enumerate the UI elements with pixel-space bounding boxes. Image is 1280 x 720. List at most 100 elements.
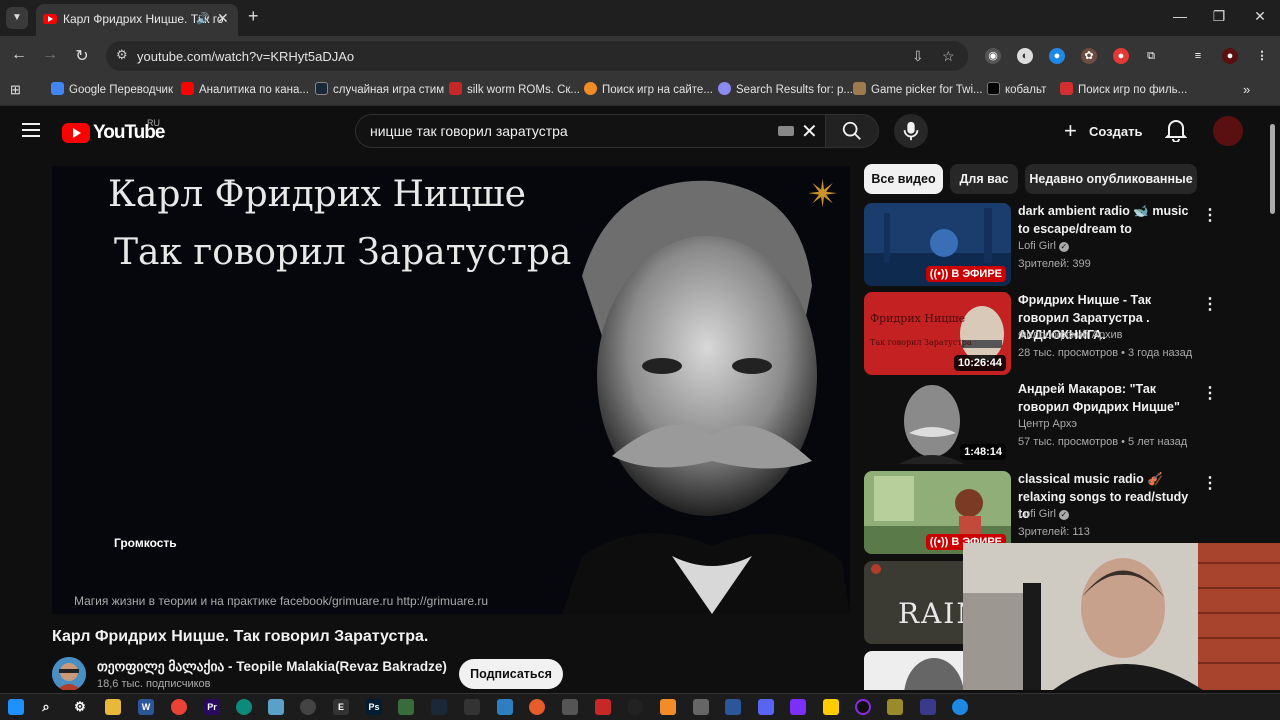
bookmark-item[interactable]: Google Переводчик: [51, 82, 173, 100]
tab-search-button[interactable]: ▼: [6, 7, 28, 29]
file-explorer-icon[interactable]: [105, 699, 121, 715]
channel-avatar[interactable]: [52, 657, 86, 690]
chip-all-videos[interactable]: Все видео: [864, 164, 943, 194]
premiere-icon[interactable]: Pr: [204, 699, 220, 715]
app-icon[interactable]: [920, 699, 936, 715]
youtube-logo[interactable]: YouTube RU: [62, 118, 182, 146]
recommendation-channel[interactable]: Философский Архив: [1018, 329, 1122, 341]
app-icon[interactable]: [464, 699, 480, 715]
video-player[interactable]: Карл Фридрих Ницше Так говорил Заратустр…: [52, 166, 850, 614]
app-icon[interactable]: [887, 699, 903, 715]
app-icon[interactable]: [952, 699, 968, 715]
video-thumbnail[interactable]: Фридрих Ницше Так говорил Заратустра 10:…: [864, 292, 1011, 375]
app-icon[interactable]: [627, 699, 643, 715]
create-button[interactable]: + Создать: [1056, 114, 1152, 148]
recommendation-item[interactable]: Фридрих Ницше Так говорил Заратустра 10:…: [864, 292, 1224, 376]
app-icon[interactable]: [300, 699, 316, 715]
bookmark-item[interactable]: Аналитика по кана...: [181, 82, 309, 100]
bookmark-item[interactable]: кобальт: [987, 82, 1046, 100]
menu-dots-icon[interactable]: ⋮: [1254, 48, 1270, 64]
search-icon[interactable]: ⌕: [38, 699, 54, 715]
recommendation-channel[interactable]: Центр Архэ: [1018, 418, 1077, 430]
reload-button[interactable]: ↻: [72, 46, 92, 66]
app-icon[interactable]: [562, 699, 578, 715]
tab-close-icon[interactable]: ✕: [217, 10, 229, 27]
app-icon[interactable]: [823, 699, 839, 715]
app-icon[interactable]: [398, 699, 414, 715]
recommendation-channel[interactable]: Lofi Girl ✓: [1018, 240, 1069, 252]
video-thumbnail[interactable]: ((•)) В ЭФИРЕ: [864, 471, 1011, 554]
clear-search-icon[interactable]: ✕: [801, 119, 818, 144]
word-icon[interactable]: W: [138, 699, 154, 715]
address-bar[interactable]: ⚙ youtube.com/watch?v=KRHyt5aDJAo ⇩ ☆: [106, 41, 968, 71]
recommendation-item[interactable]: ((•)) В ЭФИРЕ dark ambient radio 🐋 music…: [864, 203, 1224, 287]
notifications-bell-icon[interactable]: [1165, 118, 1187, 142]
profile-icon[interactable]: ●: [1222, 48, 1238, 64]
chrome-icon[interactable]: [171, 699, 187, 715]
restore-button[interactable]: ❐: [1209, 8, 1229, 25]
chip-recently-uploaded[interactable]: Недавно опубликованные: [1025, 164, 1197, 194]
more-actions-icon[interactable]: ⋮: [1202, 294, 1218, 314]
extension-icon[interactable]: ◐: [1017, 48, 1033, 64]
extensions-puzzle-icon[interactable]: ⧉: [1143, 48, 1159, 64]
bookmark-item[interactable]: Search Results for: p...: [718, 82, 853, 100]
extension-icon[interactable]: ◉: [985, 48, 1001, 64]
search-input[interactable]: ницше так говорил заратустра ✕: [355, 114, 826, 148]
chip-for-you[interactable]: Для вас: [950, 164, 1018, 194]
install-app-icon[interactable]: ⇩: [912, 48, 924, 65]
bookmark-item[interactable]: Поиск игр по филь...: [1060, 82, 1187, 100]
minimize-button[interactable]: —: [1170, 8, 1190, 24]
app-icon[interactable]: [855, 699, 871, 715]
app-icon[interactable]: [660, 699, 676, 715]
app-icon[interactable]: [497, 699, 513, 715]
bookmark-item[interactable]: случайная игра стим: [315, 82, 444, 100]
edge-icon[interactable]: [236, 699, 252, 715]
account-avatar[interactable]: [1213, 116, 1243, 146]
site-info-icon[interactable]: ⚙: [116, 47, 128, 63]
extension-icon[interactable]: ●: [1049, 48, 1065, 64]
photoshop-icon[interactable]: Ps: [366, 699, 382, 715]
browser-tab-active[interactable]: Карл Фридрих Ницше. Так говорил Заратуст…: [36, 4, 238, 36]
back-button[interactable]: ←: [9, 46, 29, 64]
windows-start-icon[interactable]: [8, 699, 24, 715]
app-icon[interactable]: [268, 699, 284, 715]
steam-icon[interactable]: [431, 699, 447, 715]
more-bookmarks-icon[interactable]: »: [1243, 82, 1250, 100]
forward-button[interactable]: →: [40, 46, 60, 64]
recommendation-title[interactable]: Андрей Макаров: "Так говорил Фридрих Ниц…: [1018, 381, 1198, 416]
apps-grid-icon[interactable]: ⊞: [10, 82, 21, 100]
app-icon[interactable]: [529, 699, 545, 715]
recommendation-item[interactable]: 1:48:14 Андрей Макаров: "Так говорил Фри…: [864, 381, 1224, 465]
speaker-icon[interactable]: 🔊: [196, 12, 210, 25]
app-icon[interactable]: [790, 699, 806, 715]
video-thumbnail[interactable]: 1:48:14: [864, 381, 1011, 464]
more-actions-icon[interactable]: ⋮: [1202, 383, 1218, 403]
search-button[interactable]: [825, 114, 879, 148]
extension-icon[interactable]: ●: [1113, 48, 1129, 64]
page-scrollbar[interactable]: [1270, 124, 1275, 214]
app-icon[interactable]: [725, 699, 741, 715]
bookmark-item[interactable]: Game picker for Twi...: [853, 82, 983, 100]
extension-icon[interactable]: ✿: [1081, 48, 1097, 64]
channel-name[interactable]: თეოფილე მალაქია - Teopile Malakia(Revaz …: [97, 659, 447, 675]
recommendation-title[interactable]: dark ambient radio 🐋 music to escape/dre…: [1018, 203, 1198, 238]
bookmark-star-icon[interactable]: ☆: [942, 48, 955, 65]
more-actions-icon[interactable]: ⋮: [1202, 205, 1218, 225]
subscribe-button[interactable]: Подписаться: [459, 659, 563, 689]
close-window-button[interactable]: ✕: [1250, 8, 1270, 25]
discord-icon[interactable]: [758, 699, 774, 715]
recommendation-channel[interactable]: Lofi Girl ✓: [1018, 508, 1069, 520]
app-icon[interactable]: [595, 699, 611, 715]
bookmark-item[interactable]: Поиск игр на сайте...: [584, 82, 713, 100]
settings-gear-icon[interactable]: ⚙: [72, 699, 88, 715]
more-actions-icon[interactable]: ⋮: [1202, 473, 1218, 493]
epic-games-icon[interactable]: E: [333, 699, 349, 715]
video-thumbnail[interactable]: ((•)) В ЭФИРЕ: [864, 203, 1011, 286]
new-tab-button[interactable]: +: [248, 6, 259, 27]
menu-icon[interactable]: [22, 123, 40, 137]
keyboard-icon[interactable]: [778, 126, 794, 136]
media-control-icon[interactable]: ≡: [1190, 48, 1206, 64]
app-icon[interactable]: [693, 699, 709, 715]
voice-search-button[interactable]: [894, 114, 928, 148]
bookmark-item[interactable]: silk worm ROMs. Ск...: [449, 82, 580, 100]
